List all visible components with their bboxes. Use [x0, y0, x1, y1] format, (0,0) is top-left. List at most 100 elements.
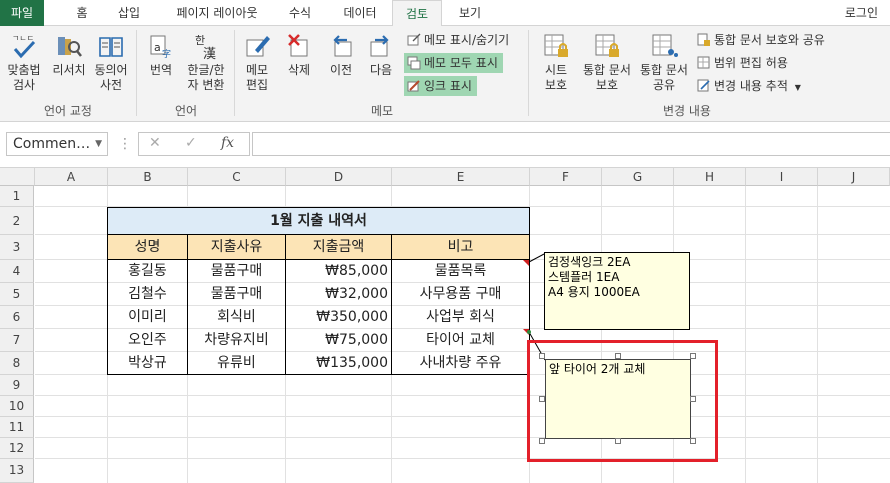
row-header-5[interactable]: 5	[0, 283, 34, 306]
translate-button[interactable]: a 字 번역	[142, 32, 180, 78]
table-cell[interactable]: ₩75,000	[286, 329, 391, 352]
protect-sheet-button[interactable]: 시트 보호	[532, 32, 580, 93]
group-label-language: 언어	[174, 104, 198, 118]
header-note[interactable]: 비고	[391, 234, 530, 260]
name-box[interactable]: Commen… ▼	[6, 132, 108, 156]
table-cell[interactable]: ₩350,000	[286, 306, 391, 329]
show-ink-button[interactable]: 잉크 표시	[404, 76, 477, 96]
next-comment-button[interactable]: 다음	[362, 32, 400, 78]
column-header-h[interactable]: H	[674, 168, 746, 186]
table-title[interactable]: 1월 지출 내역서	[107, 207, 530, 235]
tab-review[interactable]: 검토	[392, 0, 442, 27]
table-cell[interactable]: 물품구매	[188, 260, 285, 283]
tab-insert[interactable]: 삽입	[106, 0, 152, 26]
column-header-d[interactable]: D	[286, 168, 392, 186]
table-cell[interactable]: 타이어 교체	[392, 329, 529, 352]
tab-file[interactable]: 파일	[0, 0, 44, 26]
delete-comment-icon	[288, 34, 308, 57]
table-cell[interactable]: 물품구매	[188, 283, 285, 306]
column-header-g[interactable]: G	[602, 168, 674, 186]
comment-box[interactable]: 검정색잉크 2EA 스템플러 1EA A4 용지 1000EA	[544, 252, 690, 330]
header-reason[interactable]: 지출사유	[187, 234, 286, 260]
show-hide-comment-label: 메모 표시/숨기기	[424, 33, 510, 47]
table-cell[interactable]: 박상규	[108, 352, 187, 375]
row-header-6[interactable]: 6	[0, 306, 34, 329]
row-header-3[interactable]: 3	[0, 235, 34, 260]
share-workbook-button[interactable]: 통합 문서 공유	[636, 32, 692, 93]
column-header-c[interactable]: C	[188, 168, 286, 186]
protect-workbook-button[interactable]: 통합 문서 보호	[580, 32, 634, 93]
formula-input[interactable]	[252, 132, 890, 156]
arrow-right-icon	[370, 35, 389, 57]
column-header-a[interactable]: A	[35, 168, 108, 186]
table-cell[interactable]: 이미리	[108, 306, 187, 329]
comment-line: 스템플러 1EA	[548, 270, 620, 284]
comments-icon	[407, 56, 421, 70]
table-cell[interactable]: 김철수	[108, 283, 187, 306]
cancel-icon[interactable]: ✕	[149, 135, 161, 151]
delete-comment-button[interactable]: 삭제	[280, 32, 318, 78]
translate-label: 번역	[149, 63, 173, 77]
table-cell[interactable]: 사내차량 주유	[392, 352, 529, 375]
insert-function-icon[interactable]: fx	[221, 135, 234, 151]
column-header-e[interactable]: E	[392, 168, 530, 186]
spell-check-button[interactable]: ㄱㄴㄷ 맞춤법 검사	[4, 32, 44, 93]
tab-formulas[interactable]: 수식	[278, 0, 322, 26]
select-all-corner[interactable]	[0, 168, 35, 186]
row-header-12[interactable]: 12	[0, 438, 34, 459]
research-button[interactable]: 리서치	[48, 32, 90, 78]
table-cell[interactable]: 물품목록	[392, 260, 529, 283]
arrow-left-icon	[333, 35, 352, 57]
tab-page-layout[interactable]: 페이지 레이아웃	[162, 0, 272, 26]
protect-share-workbook-label: 통합 문서 보호와 공유	[714, 33, 825, 47]
column-header-i[interactable]: I	[746, 168, 818, 186]
header-name[interactable]: 성명	[107, 234, 188, 260]
formula-bar-handle[interactable]: ⋮	[118, 136, 132, 152]
edit-comment-button[interactable]: 메모 편집	[238, 32, 276, 93]
row-header-13[interactable]: 13	[0, 459, 34, 483]
column-header-b[interactable]: B	[108, 168, 188, 186]
comment-indicator[interactable]	[523, 329, 529, 335]
tab-home[interactable]: 홈	[60, 0, 104, 26]
svg-text:ㄱㄴㄷ: ㄱㄴㄷ	[12, 34, 34, 43]
protect-share-workbook-button[interactable]: 통합 문서 보호와 공유	[694, 30, 830, 50]
header-amount[interactable]: 지출금액	[285, 234, 392, 260]
worksheet-grid[interactable]: A B C D E F G H I J 1 2 3 4 5 6 7 8 9 10…	[0, 168, 890, 483]
previous-comment-button[interactable]: 이전	[322, 32, 360, 78]
allow-edit-ranges-button[interactable]: 범위 편집 허용	[694, 53, 793, 73]
row-header-7[interactable]: 7	[0, 329, 34, 352]
sign-in-link[interactable]: 로그인	[845, 0, 878, 26]
confirm-icon[interactable]: ✓	[185, 135, 197, 151]
table-cell[interactable]: 사무용품 구매	[392, 283, 529, 306]
row-header-11[interactable]: 11	[0, 417, 34, 438]
row-header-2[interactable]: 2	[0, 207, 34, 235]
row-header-8[interactable]: 8	[0, 352, 34, 375]
row-header-4[interactable]: 4	[0, 260, 34, 283]
thesaurus-button[interactable]: 동의어 사전	[90, 32, 132, 93]
table-cell[interactable]: 사업부 회식	[392, 306, 529, 329]
row-header-9[interactable]: 9	[0, 375, 34, 396]
tab-data[interactable]: 데이터	[332, 0, 388, 26]
table-cell[interactable]: ₩135,000	[286, 352, 391, 375]
formula-actions: ✕ ✓ fx	[138, 132, 250, 156]
column-header-j[interactable]: J	[818, 168, 890, 186]
table-cell[interactable]: 오인주	[108, 329, 187, 352]
show-all-comments-button[interactable]: 메모 모두 표시	[404, 53, 503, 73]
column-header-f[interactable]: F	[530, 168, 602, 186]
track-changes-button[interactable]: 변경 내용 추적 ▼	[694, 76, 806, 96]
row-header-1[interactable]: 1	[0, 186, 34, 207]
table-cell[interactable]: 홍길동	[108, 260, 187, 283]
table-cell[interactable]: ₩85,000	[286, 260, 391, 283]
chevron-down-icon[interactable]: ▼	[95, 133, 102, 155]
hangul-hanja-button[interactable]: 한 漢 한글/한 자 변환	[182, 32, 230, 93]
svg-text:한: 한	[195, 34, 205, 47]
tab-view[interactable]: 보기	[446, 0, 494, 26]
table-cell[interactable]: 유류비	[188, 352, 285, 375]
gridline	[35, 458, 890, 459]
table-cell[interactable]: 회식비	[188, 306, 285, 329]
row-header-10[interactable]: 10	[0, 396, 34, 417]
table-cell[interactable]: ₩32,000	[286, 283, 391, 306]
comment-indicator[interactable]	[523, 260, 529, 266]
show-hide-comment-button[interactable]: 메모 표시/숨기기	[404, 30, 514, 50]
table-cell[interactable]: 차량유지비	[188, 329, 285, 352]
